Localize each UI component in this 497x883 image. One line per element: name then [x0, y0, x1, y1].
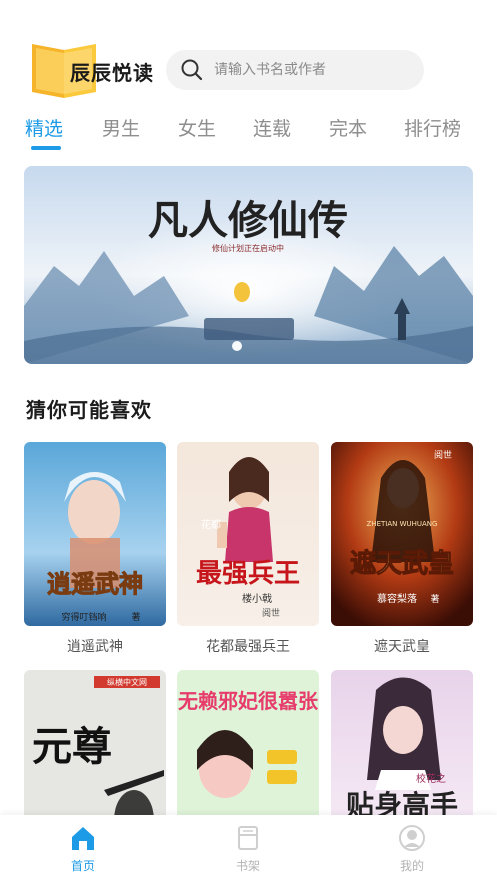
- nav-bookshelf[interactable]: 书架: [208, 823, 288, 874]
- book-title[interactable]: 逍遥武神: [24, 636, 166, 656]
- nav-home[interactable]: 首页: [43, 823, 123, 874]
- svg-text:花都: 花都: [201, 518, 221, 531]
- app-logo: 辰辰悦读: [28, 40, 168, 98]
- nav-home-label[interactable]: 首页: [43, 857, 123, 874]
- book-card[interactable]: 逍遥武神 穷得叮铛响 著 逍遥武神: [24, 442, 166, 656]
- nav-profile-label[interactable]: 我的: [372, 857, 452, 874]
- svg-text:ZHETIAN WUHUANG: ZHETIAN WUHUANG: [367, 520, 438, 528]
- app-name: 辰辰悦读: [70, 61, 154, 85]
- home-icon[interactable]: [68, 823, 98, 853]
- book-cover[interactable]: ZHETIAN WUHUANG 阅世 遮天武皇 慕容梨落 著: [331, 442, 473, 626]
- svg-text:纵横中文网: 纵横中文网: [107, 677, 147, 687]
- nav-profile[interactable]: 我的: [372, 823, 452, 874]
- section-title: 猜你可能喜欢: [26, 398, 152, 422]
- svg-text:著: 著: [430, 593, 439, 605]
- book-title[interactable]: 花都最强兵王: [177, 636, 319, 656]
- svg-text:慕容梨落: 慕容梨落: [377, 592, 417, 605]
- profile-icon[interactable]: [397, 823, 427, 853]
- book-cover[interactable]: 逍遥武神 穷得叮铛响 著: [24, 442, 166, 626]
- svg-text:楼小戟: 楼小戟: [242, 592, 272, 605]
- promo-banner[interactable]: 凡人修仙传 修仙计划正在启动中: [24, 166, 473, 364]
- app-header: 辰辰悦读: [0, 0, 497, 110]
- tab-completed[interactable]: 完本: [329, 114, 367, 141]
- banner-image: 凡人修仙传 修仙计划正在启动中: [24, 166, 473, 364]
- svg-text:校花之: 校花之: [416, 772, 446, 785]
- svg-text:遮天武皇: 遮天武皇: [350, 548, 454, 579]
- svg-text:阅世: 阅世: [262, 607, 280, 619]
- tab-featured[interactable]: 精选: [25, 114, 63, 141]
- banner-page-indicator[interactable]: [232, 341, 242, 351]
- search-icon[interactable]: [180, 58, 204, 82]
- banner-subtitle: 修仙计划正在启动中: [212, 243, 284, 253]
- svg-text:阅世: 阅世: [434, 449, 452, 461]
- tab-male[interactable]: 男生: [102, 114, 140, 141]
- banner-title: 凡人修仙传: [148, 197, 348, 244]
- svg-text:最强兵王: 最强兵王: [196, 559, 300, 589]
- search-bar[interactable]: [166, 50, 424, 90]
- svg-text:穷得叮铛响: 穷得叮铛响: [61, 611, 106, 623]
- svg-text:著: 著: [131, 611, 140, 623]
- tab-female[interactable]: 女生: [178, 114, 216, 141]
- category-tabs: 精选 男生 女生 连载 完本 排行榜: [0, 114, 497, 154]
- search-input[interactable]: [214, 62, 404, 78]
- book-title[interactable]: 遮天武皇: [331, 636, 473, 656]
- active-tab-indicator: [31, 146, 61, 150]
- svg-text:逍遥武神: 逍遥武神: [47, 569, 143, 598]
- tab-ranking[interactable]: 排行榜: [404, 114, 461, 141]
- bookshelf-icon[interactable]: [233, 823, 263, 853]
- bottom-navigation: 首页 书架 我的: [0, 815, 497, 883]
- tab-serializing[interactable]: 连载: [253, 114, 291, 141]
- book-card[interactable]: 花都 最强兵王 楼小戟 阅世 花都最强兵王: [177, 442, 319, 656]
- svg-text:元尊: 元尊: [32, 723, 112, 770]
- book-card[interactable]: ZHETIAN WUHUANG 阅世 遮天武皇 慕容梨落 著 遮天武皇: [331, 442, 473, 656]
- nav-bookshelf-label[interactable]: 书架: [208, 857, 288, 874]
- book-cover[interactable]: 花都 最强兵王 楼小戟 阅世: [177, 442, 319, 626]
- svg-text:无赖邪妃很嚣张: 无赖邪妃很嚣张: [178, 689, 319, 713]
